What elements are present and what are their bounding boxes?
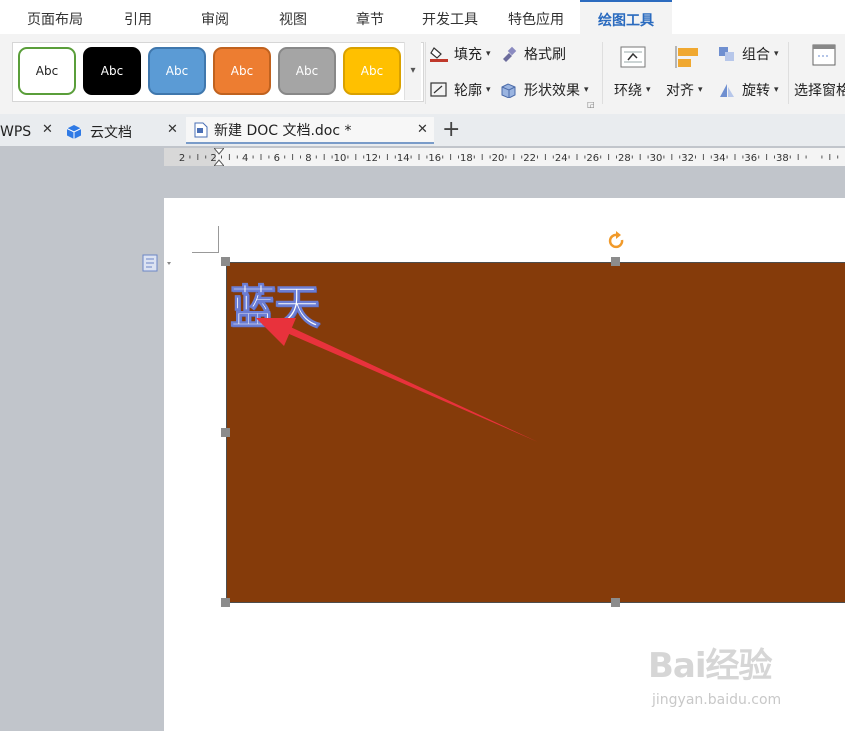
watermark-url: jingyan.baidu.com bbox=[652, 692, 782, 708]
ribbon-separator bbox=[425, 42, 426, 104]
close-icon[interactable]: ✕ bbox=[167, 122, 178, 137]
align-icon[interactable] bbox=[674, 44, 700, 74]
tab-sections[interactable]: 章节 bbox=[341, 0, 399, 34]
ruler-label: 14 bbox=[397, 153, 410, 164]
ruler-label: 32 bbox=[681, 153, 694, 164]
rotate-button[interactable]: 旋转 ▾ bbox=[718, 80, 779, 100]
rotate-label: 旋转 bbox=[742, 83, 770, 99]
close-icon[interactable]: ✕ bbox=[417, 122, 428, 137]
shape-effects-label: 形状效果 bbox=[524, 83, 580, 99]
outline-label: 轮廓 bbox=[454, 83, 482, 99]
menu-bar: 页面布局 引用 审阅 视图 章节 开发工具 特色应用 绘图工具 bbox=[0, 0, 845, 34]
style-preset-gray[interactable]: Abc bbox=[278, 47, 336, 95]
outline-button[interactable]: 轮廓 ▾ bbox=[430, 80, 491, 100]
anchor-icon[interactable] bbox=[142, 254, 174, 278]
ruler-label: 6 bbox=[274, 153, 280, 164]
selection-pane-icon[interactable] bbox=[812, 44, 836, 72]
tab-developer-tools[interactable]: 开发工具 bbox=[414, 0, 486, 34]
group-button[interactable]: 组合 ▾ bbox=[718, 44, 779, 64]
ruler-label: 4 bbox=[242, 153, 248, 164]
resize-handle[interactable] bbox=[221, 257, 230, 266]
document-tab-bar: WPS ✕ 云文档 ✕ 新建 DOC 文档.doc * ✕ + bbox=[0, 114, 845, 146]
ruler-label: 18 bbox=[460, 153, 473, 164]
ruler-label: 34 bbox=[713, 153, 726, 164]
style-preset-blue[interactable]: Abc bbox=[148, 47, 206, 95]
margin-corner-mark bbox=[192, 226, 219, 253]
style-preset-orange[interactable]: Abc bbox=[213, 47, 271, 95]
group-label: 组合 bbox=[742, 47, 770, 63]
tab-review[interactable]: 审阅 bbox=[186, 0, 244, 34]
rotate-handle-icon[interactable] bbox=[607, 231, 627, 255]
dialog-launcher-icon[interactable]: ◲ bbox=[587, 100, 595, 109]
ruler-label: 10 bbox=[334, 153, 347, 164]
ribbon-separator bbox=[788, 42, 789, 104]
tab-view[interactable]: 视图 bbox=[264, 0, 322, 34]
triangle-down-icon: ▾ bbox=[410, 65, 416, 76]
shape-style-gallery: Abc Abc Abc Abc Abc Abc bbox=[12, 42, 424, 102]
ruler-label: 26 bbox=[586, 153, 599, 164]
ruler-label: 8 bbox=[305, 153, 311, 164]
horizontal-ruler[interactable]: 2 2 4 6 8 10 12 14 16 18 20 22 24 26 28 30 32 34 36 38 bbox=[164, 148, 845, 166]
rotate-icon bbox=[718, 82, 736, 98]
document-icon bbox=[194, 122, 208, 138]
ruler-label: 12 bbox=[365, 153, 378, 164]
align-button[interactable]: 对齐 ▾ bbox=[666, 80, 703, 100]
indent-marker[interactable] bbox=[214, 148, 224, 166]
ruler-label: 30 bbox=[650, 153, 663, 164]
tab-special-apps[interactable]: 特色应用 bbox=[500, 0, 572, 34]
gallery-more-button[interactable]: ▾ bbox=[404, 42, 421, 100]
align-label: 对齐 bbox=[666, 83, 694, 99]
ribbon: Abc Abc Abc Abc Abc Abc ▾ 填充 ▾ 格式刷 轮廓 ▾ 形状… bbox=[0, 34, 845, 115]
resize-handle[interactable] bbox=[221, 598, 230, 607]
tab-page-layout[interactable]: 页面布局 bbox=[14, 0, 96, 34]
style-preset-black[interactable]: Abc bbox=[83, 47, 141, 95]
shape-effects-button[interactable]: 形状效果 ▾ bbox=[500, 80, 589, 100]
watermark-logo: Bai经验 bbox=[648, 646, 773, 686]
doc-tab-label: 云文档 bbox=[90, 124, 132, 141]
ruler-label: 2 bbox=[179, 153, 185, 164]
ruler-label: 36 bbox=[744, 153, 757, 164]
fill-label: 填充 bbox=[454, 47, 482, 63]
outline-icon bbox=[430, 82, 448, 98]
ribbon-separator bbox=[602, 42, 603, 104]
wrap-button[interactable]: 环绕 ▾ bbox=[614, 80, 651, 100]
doc-tab-active-document[interactable]: 新建 DOC 文档.doc * bbox=[186, 117, 434, 144]
group-icon bbox=[718, 46, 736, 62]
selection-pane-button[interactable]: 选择窗格 bbox=[794, 80, 845, 100]
ruler-label: 22 bbox=[523, 153, 536, 164]
ruler-ticks: 2 2 4 6 8 10 12 14 16 18 20 22 24 26 28 30 32 34 36 38 bbox=[164, 148, 845, 166]
resize-handle[interactable] bbox=[611, 257, 620, 266]
ruler-label: 24 bbox=[555, 153, 568, 164]
resize-handle[interactable] bbox=[221, 428, 230, 437]
format-painter-label: 格式刷 bbox=[524, 47, 566, 63]
paint-bucket-icon bbox=[430, 46, 448, 62]
style-preset-white[interactable]: Abc bbox=[18, 47, 76, 95]
doc-tab-label: 新建 DOC 文档.doc * bbox=[214, 122, 352, 139]
ruler-label: 16 bbox=[428, 153, 441, 164]
selection-pane-label: 选择窗格 bbox=[794, 83, 845, 99]
ruler-label: 38 bbox=[776, 153, 789, 164]
resize-handle[interactable] bbox=[611, 598, 620, 607]
plus-icon[interactable]: + bbox=[442, 117, 460, 143]
wrap-icon[interactable] bbox=[620, 46, 646, 72]
style-preset-gold[interactable]: Abc bbox=[343, 47, 401, 95]
fill-button[interactable]: 填充 ▾ bbox=[430, 44, 491, 64]
wrap-label: 环绕 bbox=[614, 83, 642, 99]
brush-icon bbox=[500, 46, 518, 62]
annotation-arrow bbox=[256, 318, 538, 442]
ruler-label: 28 bbox=[618, 153, 631, 164]
cube-icon bbox=[500, 82, 518, 99]
doc-tab-label: WPS bbox=[0, 123, 32, 140]
tab-references[interactable]: 引用 bbox=[110, 0, 166, 34]
close-icon[interactable]: ✕ bbox=[42, 122, 53, 137]
tab-drawing-tools[interactable]: 绘图工具 bbox=[580, 0, 672, 34]
cube-icon bbox=[66, 124, 82, 140]
ruler-label: 20 bbox=[492, 153, 505, 164]
format-painter-button[interactable]: 格式刷 bbox=[500, 44, 566, 64]
